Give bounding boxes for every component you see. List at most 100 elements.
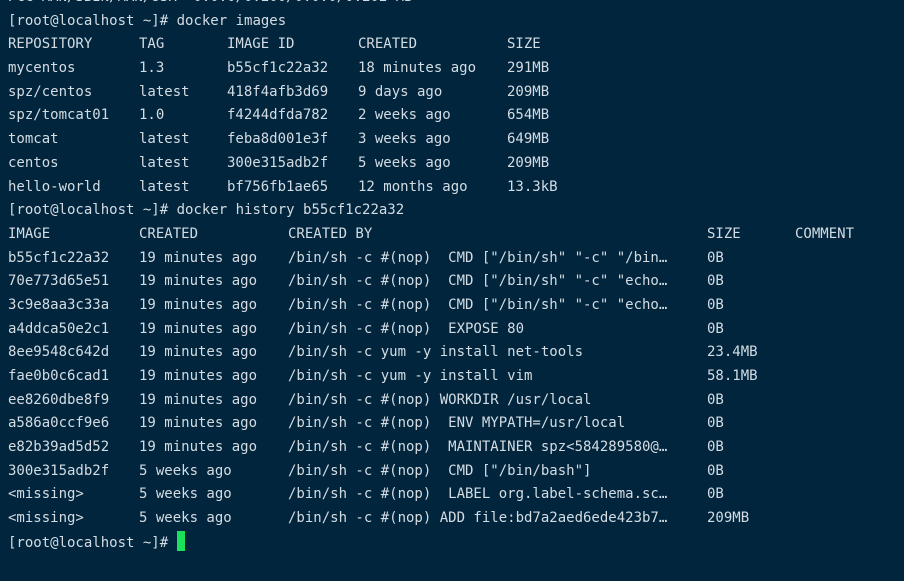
table-row: centos latest 300e315adb2f 5 weeks ago 209MB — [8, 152, 549, 176]
cell-repository: centos — [8, 154, 59, 171]
command-line-images: [root@localhost ~]# docker images — [8, 10, 286, 34]
partial-output-line: PCC MAN/SBIN/MAN/USR 0.0.0/0.200/0.0.0/0… — [8, 0, 413, 10]
cell-tag: 1.3 — [139, 60, 165, 77]
cell-image: 300e315adb2f — [8, 462, 110, 479]
cell-created-by: /bin/sh -c yum -y install net-tools — [288, 344, 584, 361]
header-image: IMAGE — [8, 225, 51, 242]
cell-size: 654MB — [507, 107, 550, 124]
cell-image: 3c9e8aa3c33a — [8, 296, 110, 313]
cell-created: 19 minutes ago — [139, 415, 258, 432]
shell-prompt: [root@localhost ~]# — [8, 12, 169, 29]
cell-size: 0B — [707, 273, 724, 290]
cell-image-id: b55cf1c22a32 — [227, 60, 329, 77]
images-table-body: mycentos 1.3 b55cf1c22a32 18 minutes ago 291… — [8, 57, 558, 200]
command-text: docker history b55cf1c22a32 — [176, 202, 405, 219]
cell-size: 649MB — [507, 131, 550, 148]
text-cursor — [177, 530, 186, 551]
cell-created-by: /bin/sh -c #(nop) LABEL org.label-schema… — [288, 486, 668, 503]
cell-image-id: bf756fb1ae65 — [227, 178, 329, 195]
table-row: <missing> 5 weeks ago/bin/sh -c #(nop) AD… — [8, 507, 749, 531]
table-row: fae0b0c6cad1 19 minutes ago/bin/sh -c yum… — [8, 365, 758, 389]
cell-created: 19 minutes ago — [139, 296, 258, 313]
cell-size: 13.3kB — [507, 178, 558, 195]
cell-image: a586a0ccf9e6 — [8, 415, 110, 432]
cell-created: 9 days ago — [358, 83, 443, 100]
cell-created: 5 weeks ago — [139, 462, 232, 479]
cell-created-by: /bin/sh -c #(nop) EXPOSE 80 — [288, 320, 525, 337]
cell-created-by: /bin/sh -c #(nop) CMD ["/bin/sh" "-c" "e… — [288, 296, 668, 313]
table-row: spz/centos latest 418f4afb3d69 9 days ago 20… — [8, 81, 549, 105]
table-row: 3c9e8aa3c33a 19 minutes ago/bin/sh -c #(n… — [8, 294, 724, 318]
cell-tag: latest — [139, 83, 190, 100]
cell-image: ee8260dbe8f9 — [8, 391, 110, 408]
header-tag: TAG — [139, 36, 165, 53]
table-row: ee8260dbe8f9 19 minutes ago/bin/sh -c #(n… — [8, 389, 724, 413]
cell-created-by: /bin/sh -c #(nop) MAINTAINER spz<5842895… — [288, 439, 668, 456]
cell-created-by: /bin/sh -c #(nop) ENV MYPATH=/usr/local — [288, 415, 626, 432]
cell-tag: latest — [139, 131, 190, 148]
cell-size: 209MB — [507, 154, 550, 171]
cell-image-id: 300e315adb2f — [227, 154, 329, 171]
history-table-body: b55cf1c22a32 19 minutes ago/bin/sh -c #(n… — [8, 247, 758, 531]
cell-created-by: /bin/sh -c yum -y install vim — [288, 368, 533, 384]
header-size: SIZE — [507, 36, 541, 53]
cell-image: a4ddca50e2c1 — [8, 320, 110, 337]
cell-created: 19 minutes ago — [139, 439, 258, 456]
cell-created: 3 weeks ago — [358, 131, 451, 148]
cell-size: 0B — [707, 296, 724, 313]
cell-created-by: /bin/sh -c #(nop) ADD file:bd7a2aed6ede4… — [288, 510, 668, 527]
cell-image: <missing> — [8, 486, 84, 503]
terminal-screen: PCC MAN/SBIN/MAN/USR 0.0.0/0.200/0.0.0/0… — [8, 0, 854, 555]
table-row: 300e315adb2f 5 weeks ago/bin/sh -c #(nop)… — [8, 460, 724, 484]
table-row: hello-world latest bf756fb1ae65 12 months a… — [8, 176, 558, 200]
cell-tag: 1.0 — [139, 107, 165, 124]
cell-created-by: /bin/sh -c #(nop) CMD ["/bin/sh" "-c" "/… — [288, 249, 668, 266]
partial-output-text: PCC MAN/SBIN/MAN/USR 0.0.0/0.200/0.0.0/0… — [8, 0, 413, 10]
cell-created: 19 minutes ago — [139, 391, 258, 408]
cell-image-id: f4244dfda782 — [227, 107, 329, 124]
cell-tag: latest — [139, 154, 190, 171]
cell-created: 19 minutes ago — [139, 249, 258, 266]
history-table-header: IMAGE CREATED CREATED BY SIZE COMMENT — [8, 223, 854, 247]
cell-image-id: feba8d001e3f — [227, 131, 329, 148]
terminal-window[interactable]: PCC MAN/SBIN/MAN/USR 0.0.0/0.200/0.0.0/0… — [0, 0, 904, 581]
cell-created: 12 months ago — [358, 178, 468, 195]
table-row: 8ee9548c642d 19 minutes ago/bin/sh -c yum… — [8, 341, 758, 365]
cell-repository: spz/centos — [8, 83, 93, 100]
cell-size: 209MB — [707, 510, 750, 527]
cell-size: 209MB — [507, 83, 550, 100]
cell-created-by: /bin/sh -c #(nop) CMD ["/bin/bash"] — [288, 462, 592, 479]
cell-repository: tomcat — [8, 131, 59, 148]
header-created-by: CREATED BY — [288, 225, 373, 242]
table-row: a4ddca50e2c1 19 minutes ago/bin/sh -c #(n… — [8, 318, 724, 342]
command-line-current[interactable]: [root@localhost ~]# — [8, 530, 186, 555]
table-row: e82b39ad5d52 19 minutes ago/bin/sh -c #(n… — [8, 436, 724, 460]
cell-repository: spz/tomcat01 — [8, 107, 110, 124]
header-created: CREATED — [139, 225, 199, 242]
cell-image: b55cf1c22a32 — [8, 249, 110, 266]
table-row: <missing> 5 weeks ago/bin/sh -c #(nop) LA… — [8, 483, 724, 507]
cell-created: 5 weeks ago — [358, 154, 451, 171]
table-row: 70e773d65e51 19 minutes ago/bin/sh -c #(n… — [8, 270, 724, 294]
header-comment: COMMENT — [795, 225, 855, 242]
cell-image: 8ee9548c642d — [8, 344, 110, 361]
cell-image: e82b39ad5d52 — [8, 439, 110, 456]
shell-prompt: [root@localhost ~]# — [8, 202, 169, 219]
cell-size: 23.4MB — [707, 344, 758, 361]
cell-created: 19 minutes ago — [139, 344, 258, 361]
cell-created-by: /bin/sh -c #(nop) WORKDIR /usr/local — [288, 391, 592, 408]
cell-created-by: /bin/sh -c #(nop) CMD ["/bin/sh" "-c" "e… — [288, 273, 668, 290]
shell-prompt: [root@localhost ~]# — [8, 534, 169, 551]
command-text: docker images — [176, 12, 287, 29]
table-row: spz/tomcat01 1.0 f4244dfda782 2 weeks ago 65… — [8, 104, 549, 128]
cell-size: 0B — [707, 320, 724, 337]
cell-size: 0B — [707, 439, 724, 456]
cell-created: 19 minutes ago — [139, 273, 258, 290]
cell-size: 0B — [707, 249, 724, 266]
cell-tag: latest — [139, 178, 190, 195]
header-image-id: IMAGE ID — [227, 36, 295, 53]
cell-image: 70e773d65e51 — [8, 273, 110, 290]
cell-created: 18 minutes ago — [358, 60, 477, 77]
cell-created: 5 weeks ago — [139, 486, 232, 503]
cell-size: 0B — [707, 415, 724, 432]
